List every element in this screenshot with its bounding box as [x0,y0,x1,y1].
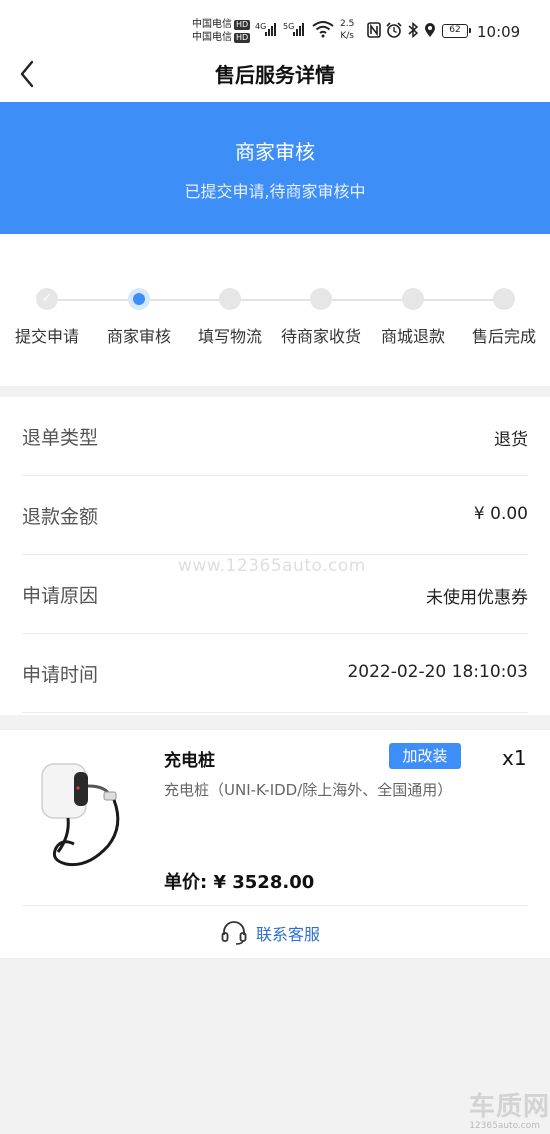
step-label: 填写物流 [197,327,262,346]
step-pending-dot [402,288,424,310]
step-pending-dot [493,288,515,310]
info-key: 退款金额 [22,506,99,528]
clock: 10:09 [477,23,521,41]
info-row-time: 申请时间 2022-02-20 18:10:03 [22,634,528,713]
info-key: 退单类型 [22,427,99,449]
step-label: 售后完成 [471,327,536,346]
wifi-icon [312,21,334,38]
step-fill-logistics: 填写物流 [184,288,276,347]
logo-text: 车质网 [468,1092,550,1122]
carrier-1: 中国电信 [192,19,232,30]
network-speed: 2.5 K/s [340,18,354,42]
step-label: 待商家收货 [280,327,361,346]
carrier-info: 中国电信 HD 中国电信 HD [192,18,251,44]
logo-domain: 12365auto.com [469,1121,540,1131]
carrier-2: 中国电信 [192,32,232,43]
nav-bar: 售后服务详情 [0,50,550,102]
step-label: 商城退款 [380,327,445,346]
info-row-refund-type: 退单类型 退货 [22,397,528,476]
info-key: 申请时间 [22,664,99,686]
step-merchant-receive: 待商家收货 [275,288,367,347]
product-price: 单价: ¥ 3528.00 [164,872,315,893]
product-quantity: x1 [502,746,527,770]
check-icon: ✓ [41,291,53,306]
contact-service-button[interactable]: 联系客服 [220,920,320,946]
step-complete: 售后完成 [458,288,550,347]
speed-unit: K/s [340,31,354,41]
step-label: 商家审核 [106,327,171,346]
info-row-refund-amount: 退款金额 ¥ 0.00 [22,476,528,555]
step-refund: 商城退款 [367,288,459,347]
banner-subtitle: 已提交申请,待商家审核中 [184,182,366,201]
info-key: 申请原因 [22,585,99,607]
battery-icon: 62 [442,24,471,38]
step-merchant-review: 商家审核 [93,288,185,347]
status-bar: 中国电信 HD 中国电信 HD 4G 5G 2.5 K/s 62 10:09 [0,0,550,50]
bluetooth-icon [408,22,419,38]
step-submit: ✓ 提交申请 [1,288,93,347]
alarm-icon [386,22,402,38]
location-icon [425,23,435,37]
info-value: 未使用优惠券 [426,588,528,608]
progress-steps: ✓ 提交申请 商家审核 填写物流 待商家收货 商城退款 售后完成 [0,234,550,386]
site-logo: 车质网 12365auto.com [445,1086,550,1134]
product-card: 充电桩 加改装 x1 充电桩（UNI-K-IDD/除上海外、全国通用） 单价: … [0,730,550,958]
signal-2-icon [293,20,304,36]
contact-service-label: 联系客服 [256,925,321,944]
hd-badge: HD [234,20,251,30]
step-label: 提交申请 [14,327,79,346]
page-title: 售后服务详情 [215,63,335,87]
speed-value: 2.5 [340,19,355,29]
product-description: 充电桩（UNI-K-IDD/除上海外、全国通用） [164,781,453,799]
step-pending-dot [219,288,241,310]
nfc-icon [367,22,381,38]
divider [22,905,528,906]
step-pending-dot [310,288,332,310]
product-name: 充电桩 [164,751,215,771]
banner-title: 商家审核 [235,140,315,164]
info-value: 退货 [494,430,528,450]
info-value: 2022-02-20 18:10:03 [347,662,528,682]
info-value: ¥ 0.00 [473,504,528,524]
product-tag: 加改装 [389,743,461,769]
headset-icon [221,921,247,945]
step-current-dot [128,288,150,310]
watermark: www.12365auto.com [178,556,366,576]
step-done-dot: ✓ [36,288,58,310]
charging-pile-image [41,763,120,867]
status-banner: 商家审核 已提交申请,待商家审核中 [0,102,550,234]
signal-1-icon [265,20,276,36]
hd-badge: HD [234,33,251,43]
